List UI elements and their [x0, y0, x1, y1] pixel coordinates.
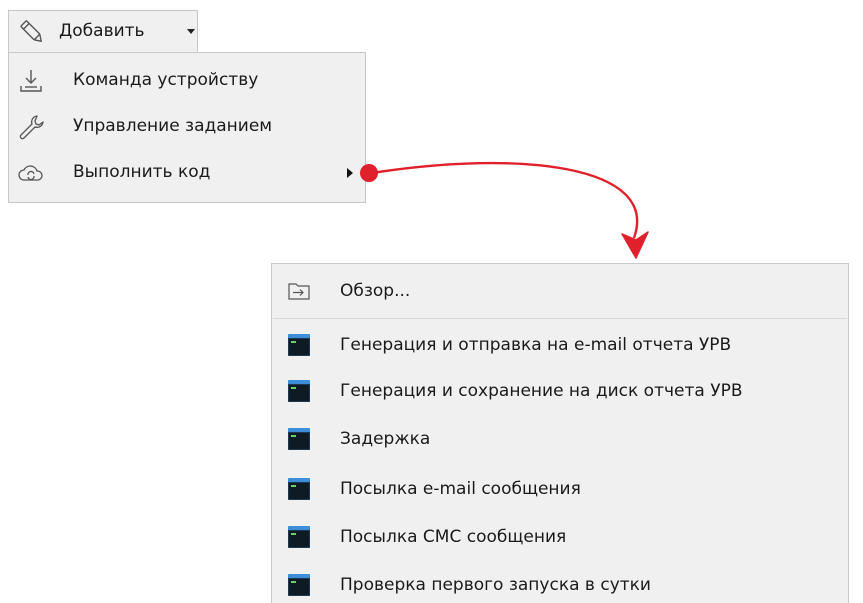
- folder-arrow-icon: [288, 283, 310, 300]
- menu-item-script[interactable]: Генерация и сохранение на диск отчета УР…: [272, 368, 848, 414]
- menu-item-script[interactable]: Посылка e-mail сообщения: [272, 466, 848, 512]
- chevron-down-icon: [187, 29, 195, 34]
- menu-item-label: Управление заданием: [73, 116, 273, 136]
- terminal-icon: [288, 478, 310, 500]
- menu-item-label: Проверка первого запуска в сутки: [340, 575, 651, 595]
- terminal-icon: [288, 334, 310, 356]
- screenshot-stage: Добавить Команда устройству Управление з…: [0, 0, 863, 603]
- terminal-icon: [288, 380, 310, 402]
- menu-item-label: Посылка e-mail сообщения: [340, 479, 581, 499]
- add-button-label: Добавить: [59, 21, 145, 41]
- menu-item-script[interactable]: Генерация и отправка на e-mail отчета УР…: [272, 322, 848, 368]
- menu-item-script[interactable]: Проверка первого запуска в сутки: [272, 562, 848, 603]
- add-button[interactable]: Добавить: [8, 10, 198, 52]
- pencil-icon: [20, 20, 43, 43]
- menu-item-script[interactable]: Посылка СМС сообщения: [272, 514, 848, 560]
- chevron-right-icon: [347, 168, 353, 178]
- terminal-icon: [288, 526, 310, 548]
- add-dropdown-menu: Команда устройству Управление заданием В…: [8, 52, 366, 203]
- menu-item-label: Посылка СМС сообщения: [340, 527, 567, 547]
- menu-item-label: Генерация и отправка на e-mail отчета УР…: [340, 335, 732, 355]
- wrench-icon: [19, 115, 44, 140]
- menu-item-task-control[interactable]: Управление заданием: [9, 105, 365, 149]
- menu-item-label: Выполнить код: [73, 162, 211, 182]
- download-tray-icon: [20, 70, 42, 92]
- menu-item-label: Обзор...: [340, 281, 411, 301]
- menu-item-browse[interactable]: Обзор...: [272, 268, 848, 314]
- menu-item-label: Команда устройству: [73, 70, 259, 90]
- menu-item-label: Задержка: [340, 429, 431, 449]
- run-code-submenu: Обзор... Генерация и отправка на e-mail …: [271, 263, 849, 603]
- terminal-icon: [288, 428, 310, 450]
- menu-item-device-command[interactable]: Команда устройству: [9, 59, 365, 103]
- terminal-icon: [288, 574, 310, 596]
- menu-item-run-code[interactable]: Выполнить код: [9, 151, 365, 195]
- menu-divider: [273, 318, 847, 319]
- cloud-refresh-icon: [18, 165, 43, 181]
- menu-item-label: Генерация и сохранение на диск отчета УР…: [340, 381, 743, 401]
- menu-item-script[interactable]: Задержка: [272, 416, 848, 462]
